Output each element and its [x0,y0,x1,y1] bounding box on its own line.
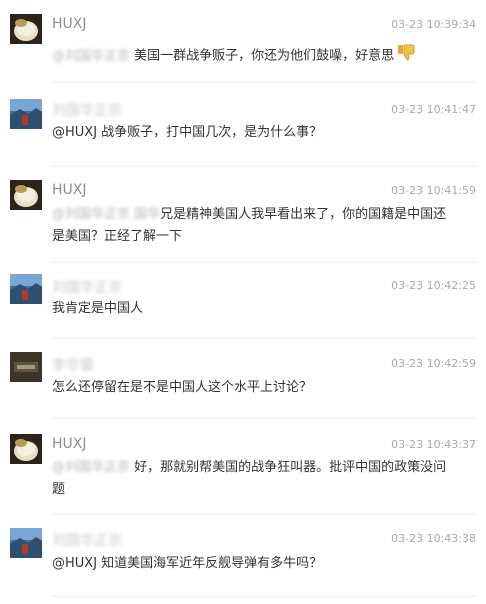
avatar-dark-image-icon [10,352,42,382]
comment-timestamp: 03-23 10:41:47 [391,103,476,116]
divider [52,596,476,597]
comment-timestamp: 03-23 10:41:59 [391,184,476,197]
avatar[interactable] [10,14,42,44]
divider [52,82,476,83]
comment-text: @HUXJ 知道美国海军近年反舰导弹有多牛吗？ [52,556,323,571]
comment-body: @刘国华正京 好，那就别帮美国的战争狂叫器。批评中国的政策没问题 [52,457,452,501]
comment-username[interactable]: HUXJ [52,436,87,452]
comment-body: @HUXJ 战争贩子，打中国几次，是为什么事？ [52,122,452,144]
comment-username[interactable]: HUXJ [52,16,87,32]
divider [52,166,476,167]
divider [52,514,476,515]
comment-timestamp: 03-23 10:39:34 [391,18,476,31]
comment-timestamp: 03-23 10:43:37 [391,438,476,451]
avatar[interactable] [10,352,42,382]
avatar-landscape-icon [10,99,42,129]
avatar-food-icon [10,434,42,464]
comment-body: @HUXJ 知道美国海军近年反舰导弹有多牛吗？ [52,553,452,575]
comment-username[interactable]: HUXJ [52,182,87,198]
avatar-landscape-icon [10,274,42,304]
comment-text: 美国一群战争贩子，你还为他们鼓噪，好意思 [130,48,395,64]
comment-username[interactable]: 刘国华正京 [52,530,122,550]
avatar[interactable] [10,99,42,129]
comment-text: 我肯定是中国人 [52,301,144,316]
avatar[interactable] [10,528,42,558]
comment-timestamp: 03-23 10:42:59 [391,357,476,370]
comment-body: @刘国华正京 美国一群战争贩子，你还为他们鼓噪，好意思 [52,42,452,70]
comment-body: 怎么还停留在是不是中国人这个水平上讨论？ [52,377,452,399]
comment-username[interactable]: 刘国华正京 [52,277,122,297]
divider [52,418,476,419]
avatar-food-icon [10,14,42,44]
mention-link[interactable]: @刘国华正京 国华 [52,204,160,226]
divider [52,338,476,339]
comment-body: 我肯定是中国人 [52,298,452,320]
comment-body: @刘国华正京 国华兄是精神美国人我早看出来了，你的国籍是中国还是美国？正经了解一… [52,204,452,248]
comment-text: 怎么还停留在是不是中国人这个水平上讨论？ [52,380,313,395]
avatar[interactable] [10,180,42,210]
avatar[interactable] [10,274,42,304]
avatar[interactable] [10,434,42,464]
mention-link[interactable]: @刘国华正京 [52,457,130,479]
divider [52,262,476,263]
avatar-food-icon [10,180,42,210]
comment-text: @HUXJ 战争贩子，打中国几次，是为什么事？ [52,125,323,140]
comment-username[interactable]: 刘国华正京 [52,100,122,120]
comment-timestamp: 03-23 10:42:25 [391,279,476,292]
avatar-landscape-icon [10,528,42,558]
comment-timestamp: 03-23 10:43:38 [391,532,476,545]
mention-link[interactable]: @刘国华正京 [52,46,130,68]
thumbs-down-icon [397,42,417,70]
comment-username[interactable]: 李华雷 [52,355,94,375]
